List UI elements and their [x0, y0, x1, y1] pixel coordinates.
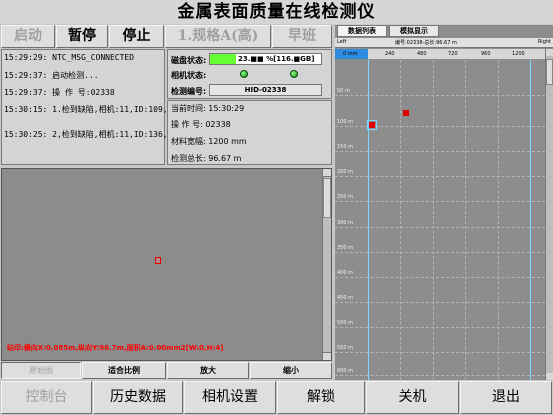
- y-tick-label: 300 m: [337, 220, 354, 226]
- defect-map-panel: 数据列表 模拟显示 Left 编号:02338-总长:96.67 m Right…: [335, 25, 553, 380]
- defect-marker-icon[interactable]: [155, 257, 161, 264]
- map-header: Left 编号:02338-总长:96.67 m Right: [335, 38, 553, 48]
- grid-line-vertical: [433, 60, 434, 380]
- map-vertical-scrollbar[interactable]: [545, 49, 553, 380]
- nav-exit[interactable]: 退出: [460, 381, 552, 414]
- ruler-label: 960: [481, 51, 491, 57]
- y-tick-label: 350 m: [337, 245, 354, 251]
- y-tick-label: 550 m: [337, 345, 354, 351]
- y-tick-label: 50 m: [337, 88, 350, 94]
- serial-value: HID-02338: [209, 84, 322, 96]
- grid-line-vertical: [498, 60, 499, 380]
- scroll-down-arrow-icon[interactable]: [323, 352, 331, 360]
- header-left-label: Left: [337, 39, 347, 45]
- zoom-in-button[interactable]: 放大: [167, 362, 249, 379]
- scroll-thumb[interactable]: [323, 178, 331, 218]
- nav-camera-settings[interactable]: 相机设置: [184, 381, 276, 414]
- fit-ratio-button[interactable]: 适合比例: [82, 362, 166, 379]
- detection-info-panel: 当前时间: 15:30:29 操 作 号: 02338 材料宽幅: 1200 m…: [167, 100, 332, 165]
- app-title: 金属表面质量在线检测仪: [0, 0, 553, 24]
- start-button[interactable]: 启动: [1, 25, 55, 48]
- scroll-thumb[interactable]: [546, 59, 553, 85]
- grid-line-vertical: [400, 60, 401, 380]
- y-tick-label: 150 m: [337, 144, 354, 150]
- grid-line-horizontal: [335, 302, 545, 303]
- ruler-label: 0 mm: [343, 51, 358, 57]
- disk-status-label: 磁盘状态:: [171, 56, 207, 65]
- y-tick-label: 200 m: [337, 169, 354, 175]
- shift-button[interactable]: 早班: [272, 25, 332, 48]
- grid-line-vertical: [530, 60, 531, 380]
- y-tick-label: 250 m: [337, 194, 354, 200]
- camera-status-label: 相机状态:: [171, 71, 207, 80]
- grid-line-horizontal: [335, 227, 545, 228]
- image-vertical-scrollbar[interactable]: [322, 169, 331, 360]
- header-center-label: 编号:02338-总长:96.67 m: [395, 40, 457, 46]
- tab-simulation[interactable]: 模拟显示: [389, 25, 439, 37]
- ruler-label: 480: [417, 51, 427, 57]
- spec-select-button[interactable]: 1.规格A(高): [165, 25, 271, 48]
- defect-marker-1[interactable]: [369, 122, 375, 128]
- grid-line-horizontal: [335, 201, 545, 202]
- ruler-label: 240: [385, 51, 395, 57]
- disk-usage-text: 23.■■ %[116.■GB]: [238, 55, 315, 63]
- nav-shutdown[interactable]: 关机: [366, 381, 459, 414]
- log-line: 15:29:37: 操 作 号:02338: [4, 88, 115, 97]
- grid-line-vertical: [465, 60, 466, 380]
- y-tick-label: 450 m: [337, 295, 354, 301]
- log-line: 15:29:37: 启动检测...: [4, 71, 99, 80]
- camera-2-status-icon: [290, 70, 298, 78]
- image-texture: [2, 169, 331, 360]
- stop-button[interactable]: 停止: [109, 25, 164, 48]
- disk-usage-fill: [210, 54, 236, 64]
- grid-line-horizontal: [335, 176, 545, 177]
- nav-unlock[interactable]: 解锁: [277, 381, 365, 414]
- y-tick-label: 500 m: [337, 320, 354, 326]
- total-length: 检测总长: 96.67 m: [171, 154, 242, 163]
- tab-data-list[interactable]: 数据列表: [337, 25, 387, 37]
- event-log: 15:29:29: NTC_MSG_CONNECTED 15:29:37: 启动…: [1, 49, 168, 165]
- camera-1-status-icon: [240, 70, 248, 78]
- scroll-up-arrow-icon[interactable]: [323, 169, 331, 177]
- ruler-label: 1200: [512, 51, 525, 57]
- grid-line-vertical: [368, 60, 369, 380]
- zoom-out-button[interactable]: 缩小: [250, 362, 332, 379]
- defect-measure-text: 砧印:横向X:0.085m,纵向Y:96.7m,面积A:0.00mm2[W:0,…: [7, 344, 224, 352]
- scroll-up-arrow-icon[interactable]: [546, 49, 553, 56]
- material-width: 材料宽幅: 1200 mm: [171, 137, 247, 146]
- grid-line-horizontal: [335, 252, 545, 253]
- grid-line-horizontal: [335, 327, 545, 328]
- grid-line-horizontal: [335, 375, 545, 376]
- original-image-button[interactable]: 原始图: [1, 362, 81, 379]
- width-ruler: 0 mm 240 480 720 960 1200: [335, 49, 545, 59]
- grid-line-horizontal: [335, 352, 545, 353]
- device-status-panel: 磁盘状态: 23.■■ %[116.■GB] 相机状态: 检测编号: HID-0…: [167, 49, 332, 99]
- grid-line-horizontal: [335, 277, 545, 278]
- defect-marker-2[interactable]: [403, 110, 409, 116]
- y-tick-label: 600 m: [337, 368, 354, 374]
- grid-line-horizontal: [335, 95, 545, 96]
- y-tick-label: 400 m: [337, 270, 354, 276]
- log-line: 15:30:25: 2,检到缺陷,相机:11,ID:136,: [4, 130, 168, 139]
- disk-usage-bar: 23.■■ %[116.■GB]: [209, 53, 322, 65]
- nav-console[interactable]: 控制台: [1, 381, 92, 414]
- pause-button[interactable]: 暂停: [56, 25, 108, 48]
- nav-history-data[interactable]: 历史数据: [93, 381, 183, 414]
- grid-line-horizontal: [335, 151, 545, 152]
- log-line: 15:29:29: NTC_MSG_CONNECTED: [4, 53, 135, 62]
- operator-number: 操 作 号: 02338: [171, 120, 231, 129]
- serial-label: 检测编号:: [171, 87, 207, 96]
- header-right-label: Right: [537, 39, 551, 45]
- log-line: 15:30:15: 1.检到缺陷,相机:11,ID:109,: [4, 105, 168, 114]
- ruler-label: 720: [448, 51, 458, 57]
- camera-image-view[interactable]: 砧印:横向X:0.085m,纵向Y:96.7m,面积A:0.00mm2[W:0,…: [1, 168, 332, 361]
- y-tick-label: 100 m: [337, 119, 354, 125]
- current-time: 当前时间: 15:30:29: [171, 104, 245, 113]
- scroll-down-arrow-icon[interactable]: [546, 373, 553, 380]
